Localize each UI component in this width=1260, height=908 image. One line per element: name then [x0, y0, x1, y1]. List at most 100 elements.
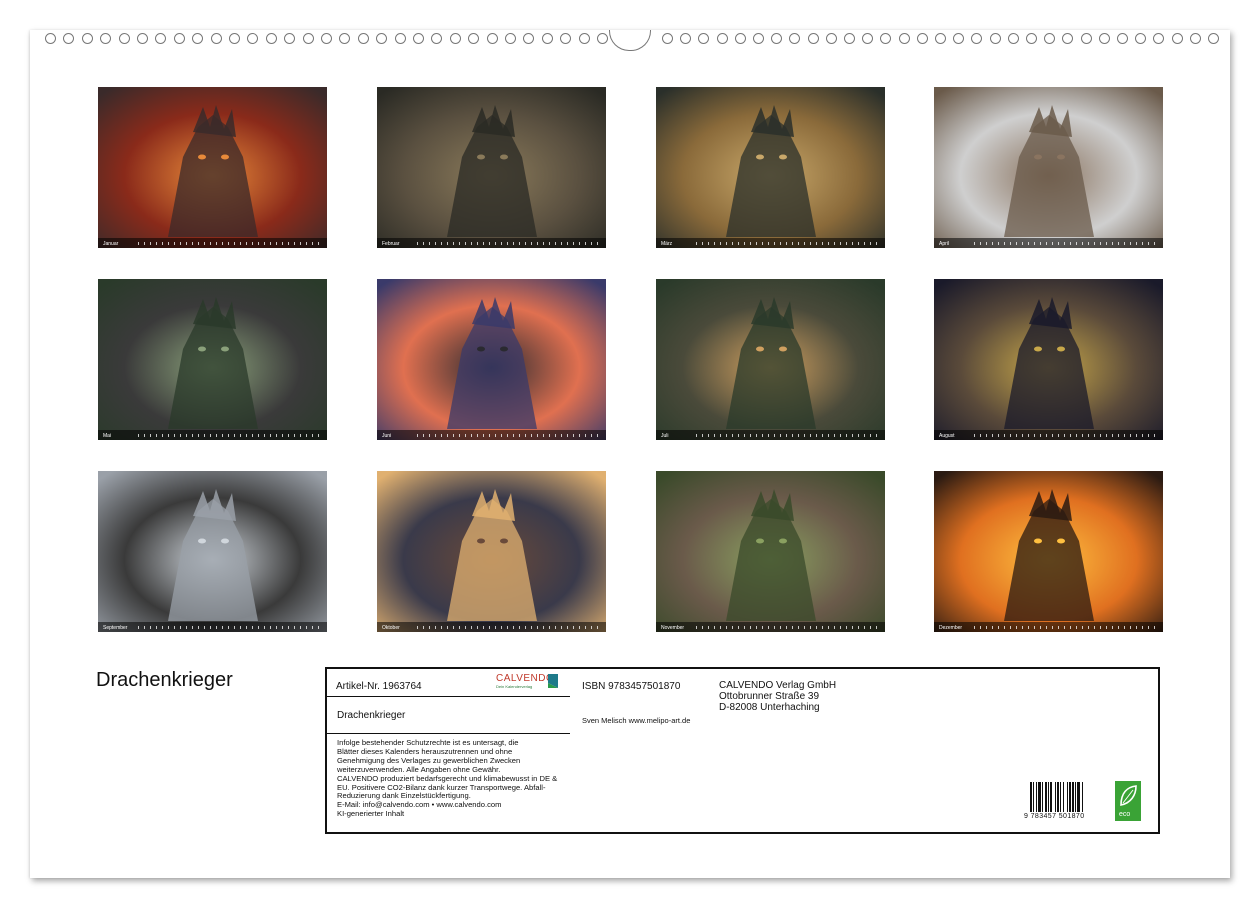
binding-ring	[753, 33, 764, 44]
month-thumbnail: September	[98, 471, 327, 632]
month-label: Februar	[382, 241, 400, 247]
binding-ring	[1062, 33, 1073, 44]
month-thumbnail: Dezember	[934, 471, 1163, 632]
binding-ring	[1099, 33, 1110, 44]
month-calendar-strip: August	[934, 430, 1163, 440]
month-thumbnail: Mai	[98, 279, 327, 440]
month-label: November	[661, 625, 684, 631]
binding-ring	[1081, 33, 1092, 44]
publisher-line: D-82008 Unterhaching	[719, 702, 836, 713]
barcode	[1030, 782, 1098, 812]
month-thumbnail: November	[656, 471, 885, 632]
binding-ring	[155, 33, 166, 44]
binding-ring	[1172, 33, 1183, 44]
binding-ring	[542, 33, 553, 44]
binding-ring	[1208, 33, 1219, 44]
binding-ring	[771, 33, 782, 44]
barcode-number: 9 783457 501870	[1024, 813, 1085, 820]
binding-ring	[303, 33, 314, 44]
binding-ring	[990, 33, 1001, 44]
binding-ring	[1008, 33, 1019, 44]
binding-ring	[523, 33, 534, 44]
month-label: Oktober	[382, 625, 400, 631]
binding-ring	[119, 33, 130, 44]
dragon-artwork	[98, 471, 327, 632]
binding-ring	[935, 33, 946, 44]
dragon-artwork	[377, 279, 606, 440]
product-title: Drachenkrieger	[337, 710, 405, 721]
binding-ring	[63, 33, 74, 44]
month-calendar-strip: April	[934, 238, 1163, 248]
binding-ring	[680, 33, 691, 44]
binding-ring	[917, 33, 928, 44]
binding-ring	[192, 33, 203, 44]
day-numbers	[696, 434, 881, 437]
artikel-number: Artikel-Nr. 1963764	[336, 681, 422, 692]
binding-ring	[826, 33, 837, 44]
binding-ring	[560, 33, 571, 44]
publisher-line: CALVENDO Verlag GmbH	[719, 680, 836, 691]
binding-ring	[698, 33, 709, 44]
month-label: August	[939, 433, 955, 439]
month-thumbnail: März	[656, 87, 885, 248]
binding-ring	[137, 33, 148, 44]
binding-ring	[862, 33, 873, 44]
binding-ring	[468, 33, 479, 44]
dragon-artwork	[934, 279, 1163, 440]
month-thumbnail: Oktober	[377, 471, 606, 632]
binding-ring	[505, 33, 516, 44]
dragon-artwork	[656, 471, 885, 632]
binding-ring	[321, 33, 332, 44]
binding-ring	[82, 33, 93, 44]
calendar-title: Drachenkrieger	[96, 669, 233, 692]
day-numbers	[417, 242, 602, 245]
publisher-line: Ottobrunner Straße 39	[719, 691, 836, 702]
calvendo-logo-icon	[546, 673, 560, 689]
binding-ring	[358, 33, 369, 44]
binding-ring	[971, 33, 982, 44]
binding-ring	[395, 33, 406, 44]
dragon-artwork	[656, 87, 885, 248]
day-numbers	[696, 242, 881, 245]
binding-ring	[284, 33, 295, 44]
eco-label: eco	[1119, 811, 1130, 818]
month-label: Juni	[382, 433, 391, 439]
binding-ring	[880, 33, 891, 44]
day-numbers	[138, 434, 323, 437]
binding-ring	[174, 33, 185, 44]
dragon-artwork	[377, 471, 606, 632]
month-calendar-strip: Juni	[377, 430, 606, 440]
isbn: ISBN 9783457501870	[582, 681, 680, 692]
binding-ring	[844, 33, 855, 44]
binding-ring	[662, 33, 673, 44]
binding-ring	[1190, 33, 1201, 44]
month-calendar-strip: September	[98, 622, 327, 632]
month-thumbnail: Juni	[377, 279, 606, 440]
dragon-artwork	[934, 471, 1163, 632]
binding-ring	[579, 33, 590, 44]
month-thumbnail: April	[934, 87, 1163, 248]
month-calendar-strip: März	[656, 238, 885, 248]
dragon-artwork	[934, 87, 1163, 248]
month-thumbnail: Juli	[656, 279, 885, 440]
binding-ring	[735, 33, 746, 44]
binding-ring	[899, 33, 910, 44]
binding-ring	[450, 33, 461, 44]
binding-ring	[413, 33, 424, 44]
binding-ring	[487, 33, 498, 44]
month-calendar-strip: Dezember	[934, 622, 1163, 632]
binding-ring	[376, 33, 387, 44]
day-numbers	[974, 242, 1159, 245]
binding-ring	[789, 33, 800, 44]
day-numbers	[696, 626, 881, 629]
binding-ring	[211, 33, 222, 44]
binding-ring	[953, 33, 964, 44]
binding-ring	[1135, 33, 1146, 44]
day-numbers	[974, 434, 1159, 437]
binding-ring	[1117, 33, 1128, 44]
binding-ring	[1026, 33, 1037, 44]
legal-line: KI-generierter Inhalt	[337, 810, 569, 819]
month-calendar-strip: Februar	[377, 238, 606, 248]
legal-notice: Infolge bestehender Schutzrechte ist es …	[337, 739, 569, 819]
leaf-icon	[1115, 781, 1141, 811]
